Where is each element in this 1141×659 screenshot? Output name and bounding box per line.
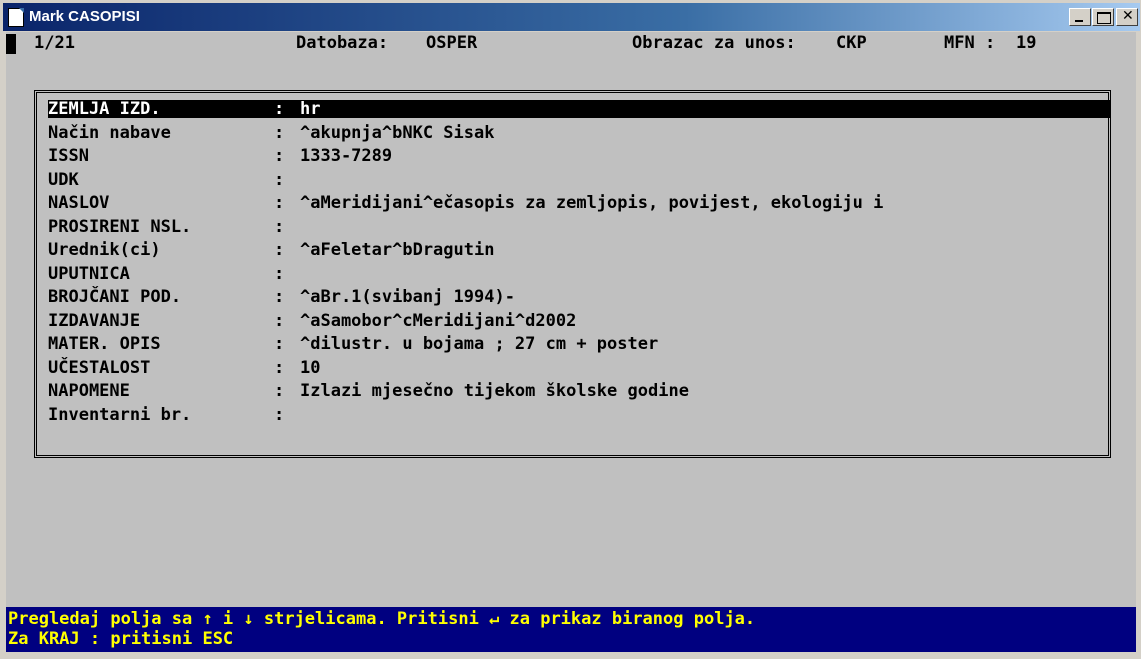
field-label: UPUTNICA bbox=[48, 264, 130, 284]
field-row[interactable]: Način nabave: ^akupnja^bNKC Sisak bbox=[48, 124, 1110, 142]
minimize-button[interactable] bbox=[1069, 8, 1091, 26]
field-label: BROJČANI POD. bbox=[48, 287, 182, 307]
field-separator: : bbox=[274, 99, 285, 119]
field-label: PROSIRENI NSL. bbox=[48, 217, 192, 237]
field-row[interactable]: UDK: bbox=[48, 171, 1110, 189]
field-row[interactable]: ZEMLJA IZD.: hr bbox=[48, 100, 1110, 118]
field-row[interactable]: UČESTALOST:10 bbox=[48, 359, 1110, 377]
window-title: Mark CASOPISI bbox=[29, 8, 140, 25]
field-label: Urednik(ci) bbox=[48, 240, 161, 260]
field-label: Način nabave bbox=[48, 123, 171, 143]
record-counter: 1/21 bbox=[34, 33, 75, 53]
field-separator: : bbox=[274, 193, 285, 213]
field-separator: : bbox=[274, 358, 285, 378]
field-label: ISSN bbox=[48, 146, 89, 166]
field-value[interactable]: ^aBr.1(svibanj 1994)- bbox=[300, 288, 515, 306]
field-row[interactable]: PROSIRENI NSL.: bbox=[48, 218, 1110, 236]
field-separator: : bbox=[274, 311, 285, 331]
field-separator: : bbox=[274, 287, 285, 307]
field-value[interactable]: ^aSamobor^cMeridijani^d2002 bbox=[300, 312, 576, 330]
app-window: Mark CASOPISI ✕ 1/21 Datobaza: OSPER Obr… bbox=[0, 0, 1141, 659]
field-label: UDK bbox=[48, 170, 79, 190]
field-label: NAPOMENE bbox=[48, 381, 130, 401]
field-label: MATER. OPIS bbox=[48, 334, 161, 354]
form-label: Obrazac za unos: bbox=[632, 33, 796, 53]
field-separator: : bbox=[274, 240, 285, 260]
help-line-exit: Za KRAJ : pritisni ESC bbox=[8, 629, 234, 649]
field-row[interactable]: NASLOV: ^aMeridijani^ečasopis za zemljopi… bbox=[48, 194, 1110, 212]
help-bar: Pregledaj polja sa ↑ i ↓ strjelicama. Pr… bbox=[6, 607, 1136, 652]
form-value: CKP bbox=[836, 33, 867, 53]
console-area[interactable]: 1/21 Datobaza: OSPER Obrazac za unos: CK… bbox=[6, 32, 1136, 652]
field-label: Inventarni br. bbox=[48, 405, 192, 425]
maximize-icon bbox=[1097, 12, 1111, 24]
title-bar[interactable]: Mark CASOPISI ✕ bbox=[3, 3, 1140, 31]
field-label: IZDAVANJE bbox=[48, 311, 141, 331]
field-separator: : bbox=[274, 264, 285, 284]
field-row[interactable]: UPUTNICA: bbox=[48, 265, 1110, 283]
field-value[interactable]: 1333-7289 bbox=[300, 147, 392, 165]
database-label: Datobaza: bbox=[296, 33, 389, 53]
minimize-icon bbox=[1075, 20, 1083, 22]
document-icon bbox=[8, 8, 24, 27]
field-value[interactable]: ^dilustr. u bojama ; 27 cm + poster bbox=[300, 335, 658, 353]
field-row[interactable]: IZDAVANJE: ^aSamobor^cMeridijani^d2002 bbox=[48, 312, 1110, 330]
field-value[interactable]: ^aFeletar^bDragutin bbox=[300, 241, 494, 259]
field-value[interactable]: ^aMeridijani^ečasopis za zemljopis, povi… bbox=[300, 194, 883, 212]
field-value[interactable]: ^akupnja^bNKC Sisak bbox=[300, 124, 494, 142]
field-separator: : bbox=[274, 123, 285, 143]
field-separator: : bbox=[274, 170, 285, 190]
mfn-value: 19 bbox=[1016, 33, 1037, 53]
field-value[interactable]: Izlazi mjesečno tijekom školske godine bbox=[300, 382, 689, 400]
field-label: UČESTALOST bbox=[48, 358, 151, 378]
mfn-label: MFN : bbox=[944, 33, 996, 53]
field-label: NASLOV bbox=[48, 193, 110, 213]
field-separator: : bbox=[274, 381, 285, 401]
field-separator: : bbox=[274, 146, 285, 166]
field-value[interactable]: hr bbox=[300, 100, 320, 118]
field-separator: : bbox=[274, 217, 285, 237]
field-row[interactable]: BROJČANI POD.: ^aBr.1(svibanj 1994)- bbox=[48, 288, 1110, 306]
field-value[interactable]: 10 bbox=[300, 359, 320, 377]
field-separator: : bbox=[274, 405, 285, 425]
field-row[interactable]: Inventarni br.: bbox=[48, 406, 1110, 424]
maximize-button[interactable] bbox=[1092, 8, 1114, 26]
field-row[interactable]: ISSN:1333-7289 bbox=[48, 147, 1110, 165]
field-label: ZEMLJA IZD. bbox=[48, 99, 161, 119]
field-separator: : bbox=[274, 334, 285, 354]
close-button[interactable]: ✕ bbox=[1116, 8, 1138, 26]
help-line-navigation: Pregledaj polja sa ↑ i ↓ strjelicama. Pr… bbox=[8, 609, 756, 629]
field-row[interactable]: NAPOMENE: Izlazi mjesečno tijekom školske… bbox=[48, 382, 1110, 400]
field-row[interactable]: Urednik(ci): ^aFeletar^bDragutin bbox=[48, 241, 1110, 259]
text-cursor bbox=[6, 34, 16, 54]
status-line: 1/21 Datobaza: OSPER Obrazac za unos: CK… bbox=[6, 32, 1136, 54]
close-icon: ✕ bbox=[1122, 8, 1134, 24]
field-row[interactable]: MATER. OPIS: ^dilustr. u bojama ; 27 cm +… bbox=[48, 335, 1110, 353]
database-value: OSPER bbox=[426, 33, 478, 53]
